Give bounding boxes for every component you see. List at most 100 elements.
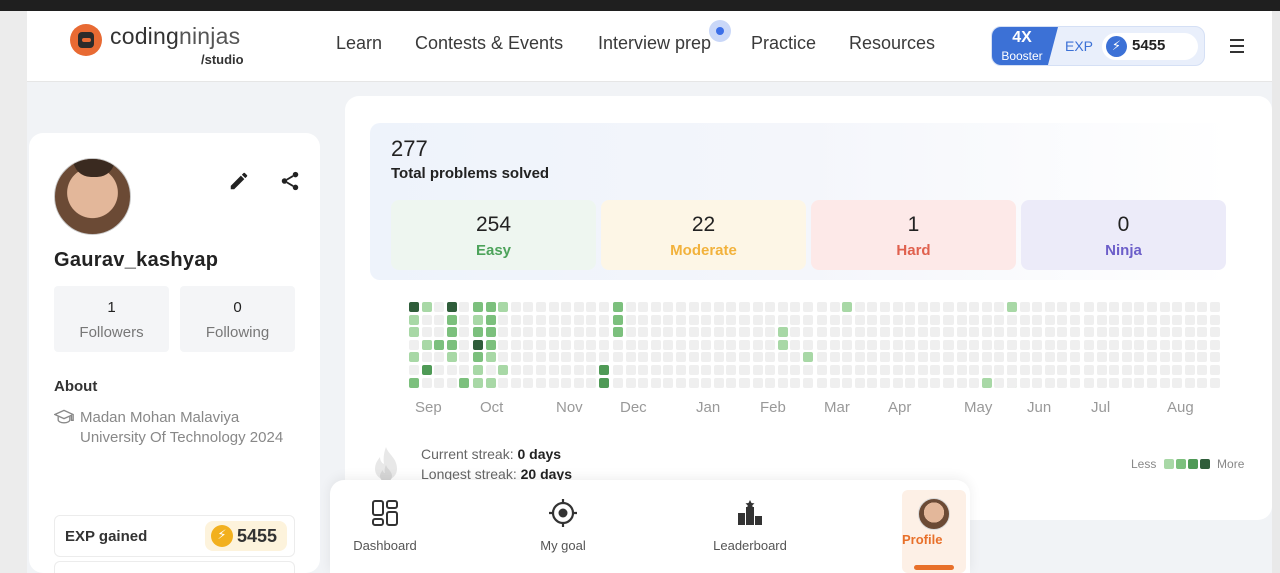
- heatmap-cell: [510, 352, 521, 363]
- heatmap-cell: [944, 302, 954, 312]
- heatmap-cell: [1007, 339, 1017, 350]
- heatmap-cell: [713, 327, 724, 338]
- heatmap-cell: [1134, 327, 1145, 338]
- heatmap-cell: [1184, 365, 1195, 375]
- heatmap-cell: [790, 365, 801, 375]
- heatmap-cell: [1109, 377, 1120, 388]
- heatmap-cell: [473, 327, 483, 338]
- heatmap-cell: [1019, 314, 1030, 325]
- heatmap-cell: [676, 314, 686, 325]
- heatmap-cell: [409, 314, 419, 325]
- heatmap-cell: [1184, 327, 1195, 338]
- heatmap-cell: [752, 352, 763, 363]
- edit-pencil-icon[interactable]: [228, 170, 250, 192]
- followers-box[interactable]: 1 Followers: [54, 286, 169, 352]
- heatmap-cell: [485, 327, 496, 338]
- heatmap-cell: [548, 327, 559, 338]
- nav-my-goal[interactable]: My goal: [508, 498, 618, 553]
- heatmap-cell: [459, 327, 470, 338]
- nav-contests-events[interactable]: Contests & Events: [415, 33, 563, 54]
- nav-resources[interactable]: Resources: [849, 33, 935, 54]
- exp-gained-value: 5455: [237, 526, 278, 546]
- heatmap-cell: [536, 327, 546, 338]
- hamburger-menu-icon[interactable]: [1230, 39, 1244, 53]
- heatmap-cell: [409, 327, 419, 338]
- heatmap-cell: [713, 352, 724, 363]
- heatmap-cell: [1197, 327, 1208, 338]
- logo-main: coding: [110, 23, 179, 49]
- heatmap-cell: [473, 352, 483, 363]
- heatmap-cell: [473, 339, 483, 350]
- heatmap-cell: [765, 302, 776, 312]
- heatmap-cell: [523, 377, 534, 388]
- brand-logo-text[interactable]: codingninjas: [110, 23, 240, 50]
- heatmap-cell: [676, 327, 686, 338]
- heatmap-cell: [956, 339, 967, 350]
- heatmap-cell: [613, 377, 623, 388]
- heatmap-cell: [638, 302, 649, 312]
- nav-learn[interactable]: Learn: [336, 33, 382, 54]
- heatmap-cell: [817, 352, 827, 363]
- heatmap-cell: [676, 339, 686, 350]
- nav-dashboard[interactable]: Dashboard: [330, 498, 440, 553]
- heatmap-cell: [573, 377, 584, 388]
- heatmap-cell: [854, 327, 865, 338]
- heatmap-cell: [421, 327, 432, 338]
- heatmap-cell: [625, 302, 636, 312]
- heatmap-cell: [752, 339, 763, 350]
- heatmap-cell: [1007, 302, 1017, 312]
- heatmap-cell: [790, 339, 801, 350]
- heatmap-cell: [1084, 314, 1094, 325]
- heatmap-cell: [1184, 314, 1195, 325]
- heatmap-cell: [561, 352, 572, 363]
- heatmap-cell: [663, 377, 674, 388]
- nav-profile[interactable]: Profile: [902, 490, 966, 573]
- nav-leaderboard[interactable]: Leaderboard: [695, 498, 805, 553]
- heatmap-cell: [1109, 302, 1120, 312]
- heatmap-cell: [421, 314, 432, 325]
- heatmap-cell: [688, 365, 699, 375]
- heatmap-cell: [790, 302, 801, 312]
- heatmap-cell: [740, 302, 750, 312]
- heatmap-cell: [650, 314, 661, 325]
- heatmap-cell: [956, 314, 967, 325]
- heatmap-cell: [1109, 352, 1120, 363]
- heatmap-cell: [969, 327, 980, 338]
- heatmap-cell: [1084, 365, 1094, 375]
- nav-interview-prep[interactable]: Interview prep: [598, 33, 711, 54]
- heatmap-cell: [1134, 339, 1145, 350]
- following-box[interactable]: 0 Following: [180, 286, 295, 352]
- nav-practice[interactable]: Practice: [751, 33, 816, 54]
- exp-booster-widget[interactable]: 4X Booster EXP ⚡ 5455: [991, 26, 1205, 66]
- followers-count: 1: [107, 299, 116, 316]
- heatmap-cell: [409, 339, 419, 350]
- share-icon[interactable]: [279, 170, 301, 192]
- heatmap-cell: [663, 314, 674, 325]
- heatmap-cell: [459, 377, 470, 388]
- heatmap-cell: [944, 352, 954, 363]
- heatmap-cell: [880, 365, 890, 375]
- heatmap-cell: [1084, 377, 1094, 388]
- month-label: Jun: [1027, 399, 1052, 416]
- legend-swatch: [1163, 459, 1174, 469]
- heatmap-cell: [573, 302, 584, 312]
- heatmap-cell: [1096, 365, 1107, 375]
- heatmap-cell: [867, 302, 878, 312]
- heatmap-cell: [676, 302, 686, 312]
- heatmap-cell: [817, 327, 827, 338]
- heatmap-cell: [829, 339, 840, 350]
- heatmap-cell: [930, 365, 941, 375]
- heatmap-cell: [829, 302, 840, 312]
- coding-ninjas-logo-icon[interactable]: [70, 24, 102, 56]
- heatmap-cell: [613, 339, 623, 350]
- heatmap-cell: [867, 352, 878, 363]
- exp-gained-card: EXP gained ⚡ 5455: [54, 515, 295, 557]
- heatmap-cell: [421, 302, 432, 312]
- heatmap-cell: [817, 314, 827, 325]
- heatmap-cell: [1070, 327, 1080, 338]
- heatmap-cell: [1032, 352, 1043, 363]
- heatmap-cell: [446, 327, 457, 338]
- heatmap-cell: [892, 377, 903, 388]
- heatmap-cell: [409, 365, 419, 375]
- heatmap-cell: [676, 352, 686, 363]
